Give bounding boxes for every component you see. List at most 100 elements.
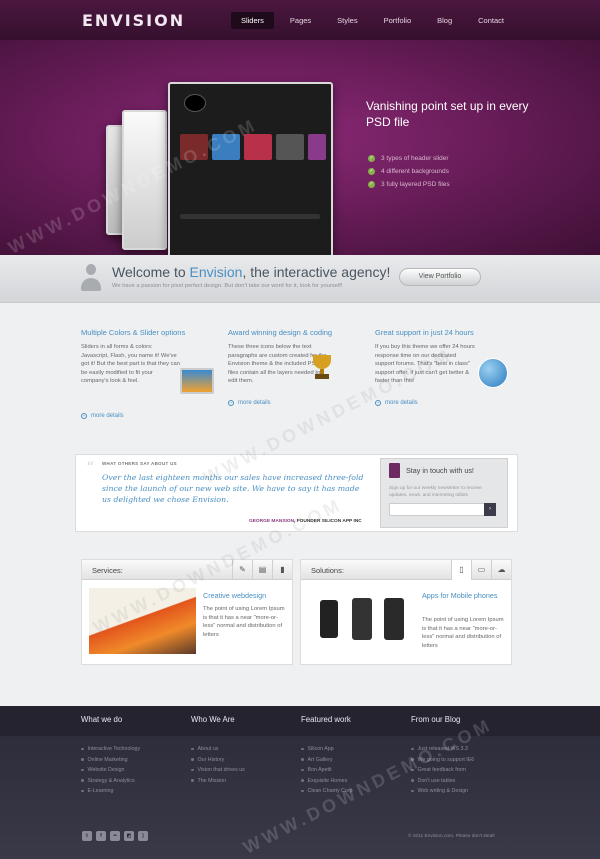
footer-link[interactable]: Bon Apetit xyxy=(301,767,353,773)
hero-title: Vanishing point set up in every PSD file xyxy=(366,99,529,129)
newsletter-email-input[interactable] xyxy=(389,503,487,516)
footer-column-featured-work: Featured work Silicon App Art Gallery Bo… xyxy=(301,715,353,799)
footer-link[interactable]: Great feedback from xyxy=(411,767,474,773)
feature-title[interactable]: Great support in just 24 hours xyxy=(375,328,515,337)
footer-link[interactable]: Interactive Technology xyxy=(81,746,140,752)
chart-icon[interactable]: ▮ xyxy=(272,560,292,580)
trophy-icon xyxy=(312,355,332,381)
check-icon: ✓ xyxy=(368,168,375,175)
solutions-header: Solutions: ▯ ▭ ☁ xyxy=(301,560,511,580)
hero-list-item: ✓ 3 types of header slider xyxy=(368,155,449,162)
laptop-icon xyxy=(180,368,214,394)
phones-photo xyxy=(308,588,415,654)
screen-thumbnail xyxy=(244,134,272,160)
quote-icon: “ xyxy=(86,458,95,477)
printer-icon[interactable]: ▤ xyxy=(252,560,272,580)
solutions-box: Solutions: ▯ ▭ ☁ Apps for Mobile phones … xyxy=(300,559,512,665)
footer-link[interactable]: Just released WS 3.3 xyxy=(411,746,474,752)
footer-link[interactable]: Art Gallery xyxy=(301,757,353,763)
logo[interactable]: ENVISION xyxy=(82,11,185,30)
device-image-main xyxy=(168,82,333,255)
footer-column-what-we-do: What we do Interactive Technology Online… xyxy=(81,715,140,799)
nav-styles[interactable]: Styles xyxy=(327,12,367,29)
view-portfolio-button[interactable]: View Portfolio xyxy=(399,268,481,286)
nav-sliders[interactable]: Sliders xyxy=(230,12,274,29)
footer-column-who-we-are: Who We Are About us Our History Vision t… xyxy=(191,715,245,788)
check-icon: ✓ xyxy=(368,181,375,188)
bookmark-icon xyxy=(389,463,400,478)
footer-column-title: From our Blog xyxy=(411,715,461,724)
screen-thumbnail xyxy=(276,134,304,160)
screen-thumbnail xyxy=(308,134,326,160)
footer-link[interactable]: About us xyxy=(191,746,245,752)
flickr-icon[interactable]: •• xyxy=(110,831,120,841)
copyright-text: © 2011 Envision.com. Please don't steal! xyxy=(408,834,495,839)
newsletter-text: Sign up for our weekly newsletter to rec… xyxy=(389,486,482,498)
feature-column-design: Award winning design & coding These thre… xyxy=(228,328,368,386)
screen-scrollbar xyxy=(180,214,320,219)
footer-column-title: Featured work xyxy=(301,715,351,724)
nav-contact[interactable]: Contact xyxy=(468,12,514,29)
nav-pages[interactable]: Pages xyxy=(280,12,321,29)
rss-icon[interactable]: ) xyxy=(138,831,148,841)
interior-photo xyxy=(89,588,196,654)
nav-blog[interactable]: Blog xyxy=(427,12,462,29)
more-details-link[interactable]: + more details xyxy=(81,413,124,419)
footer-link[interactable]: E-Learning xyxy=(81,788,140,794)
more-details-link[interactable]: + more details xyxy=(375,400,418,406)
hero-feature-list: ✓ 3 types of header slider ✓ 4 different b… xyxy=(368,155,450,194)
facebook-icon[interactable]: f xyxy=(96,831,106,841)
services-header: Services: ✎ ▤ ▮ xyxy=(82,560,292,580)
testimonial-label: WHAT OTHERS SAY ABOUT US xyxy=(102,461,177,466)
services-subtitle[interactable]: Creative webdesign xyxy=(203,591,289,601)
hero-slider: Vanishing point set up in every PSD file… xyxy=(0,40,600,255)
footer-link[interactable]: Silicon App xyxy=(301,746,353,752)
solutions-text: The point of using Lorem Ipsum is that i… xyxy=(422,617,504,649)
feature-text: Sliders in all forms & colors: Javascrip… xyxy=(81,344,180,384)
footer-link[interactable]: Online Marketing xyxy=(81,757,140,763)
screen-thumbnail xyxy=(212,134,240,160)
delicious-icon[interactable]: ◩ xyxy=(124,831,134,841)
newsletter-box: Stay in touch with us! Sign up for our w… xyxy=(380,458,508,528)
plus-icon: + xyxy=(228,400,234,406)
screen-thumbnail xyxy=(180,134,208,160)
footer-link[interactable]: Web writing & Design xyxy=(411,788,474,794)
phone-icon[interactable]: ▯ xyxy=(451,560,471,580)
footer-link[interactable]: Clean Charity Corp xyxy=(301,788,353,794)
footer-column-title: Who We Are xyxy=(191,715,235,724)
footer-link[interactable]: The Mission xyxy=(191,778,245,784)
twitter-icon[interactable]: t xyxy=(82,831,92,841)
monitor-icon[interactable]: ▭ xyxy=(471,560,491,580)
solutions-tabs: ▯ ▭ ☁ xyxy=(451,560,511,580)
footer-link[interactable]: We going to support IE6 xyxy=(411,757,474,763)
cloud-icon[interactable]: ☁ xyxy=(491,560,511,580)
footer-column-blog: From our Blog Just released WS 3.3 We go… xyxy=(411,715,474,799)
services-tabs: ✎ ▤ ▮ xyxy=(232,560,292,580)
newsletter-title: Stay in touch with us! xyxy=(406,466,474,475)
main-nav: Sliders Pages Styles Portfolio Blog Cont… xyxy=(230,12,514,29)
hero-list-item: ✓ 4 different backgrounds xyxy=(368,168,449,175)
testimonial-author: GEORGE MANSION, FOUNDER SILICON APP INC xyxy=(249,519,362,524)
footer-link[interactable]: Don't use tables xyxy=(411,778,474,784)
welcome-bar: Welcome to Envision, the interactive age… xyxy=(0,255,600,303)
solutions-subtitle[interactable]: Apps for Mobile phones xyxy=(422,591,508,601)
newsletter-submit-button[interactable]: › xyxy=(484,503,496,516)
footer-link[interactable]: Exquisite Homes xyxy=(301,778,353,784)
welcome-title: Welcome to Envision, the interactive age… xyxy=(112,264,391,280)
brush-icon[interactable]: ✎ xyxy=(232,560,252,580)
device-image-middle xyxy=(122,110,167,250)
feature-title[interactable]: Award winning design & coding xyxy=(228,328,368,337)
header: ENVISION Sliders Pages Styles Portfolio … xyxy=(0,0,600,40)
feature-text: If you buy this theme we offer 24 hours … xyxy=(375,344,475,384)
feature-title[interactable]: Multiple Colors & Slider options xyxy=(81,328,221,337)
footer-link[interactable]: Website Design xyxy=(81,767,140,773)
footer-link[interactable]: Our History xyxy=(191,757,245,763)
services-title: Services: xyxy=(92,566,123,575)
services-text: The point of using Lorem Ipsum is that i… xyxy=(203,606,285,638)
footer-link[interactable]: Vision that drives us xyxy=(191,767,245,773)
footer-link[interactable]: Strategy & Analytics xyxy=(81,778,140,784)
nav-portfolio[interactable]: Portfolio xyxy=(374,12,422,29)
plus-icon: + xyxy=(375,400,381,406)
hero-list-item: ✓ 3 fully layered PSD files xyxy=(368,181,450,188)
more-details-link[interactable]: + more details xyxy=(228,400,271,406)
